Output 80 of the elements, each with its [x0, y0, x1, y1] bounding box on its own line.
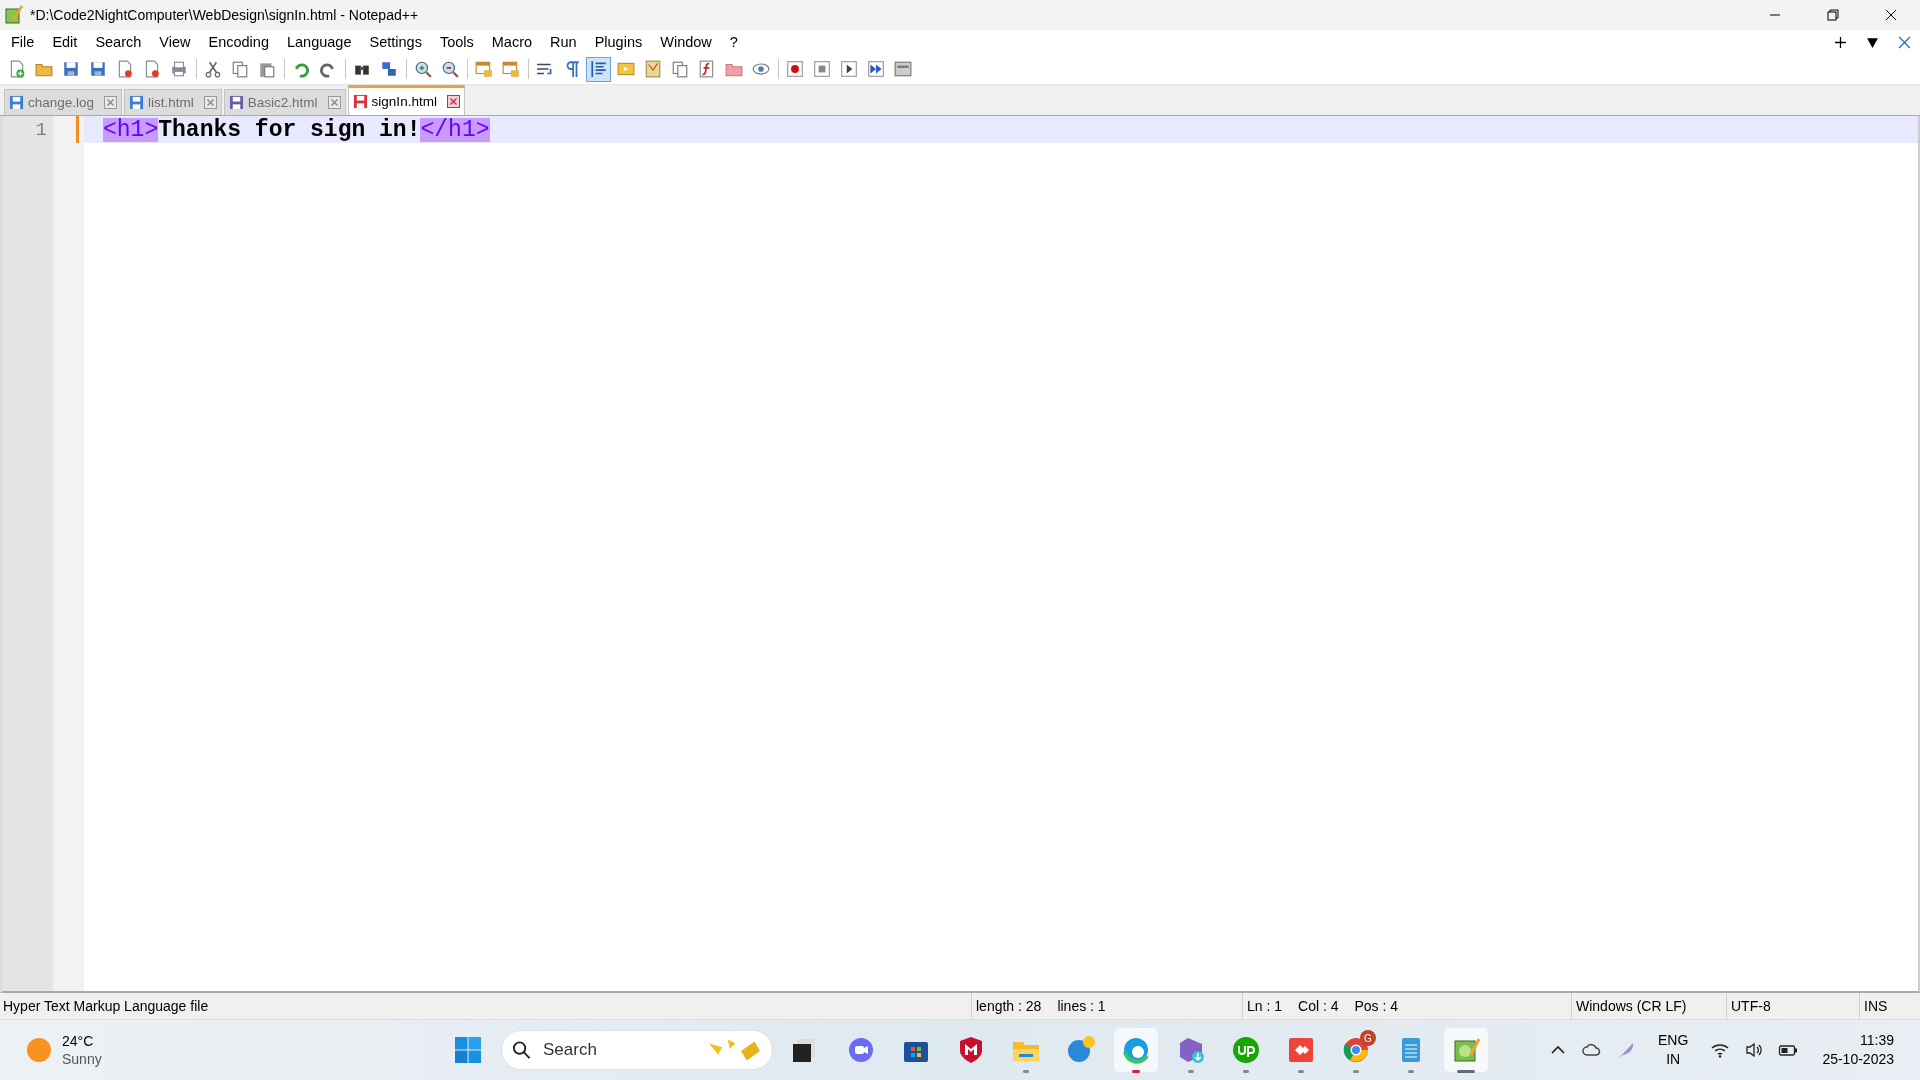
- search-bar[interactable]: Search: [501, 1030, 773, 1070]
- browser-icon: [1121, 1035, 1151, 1065]
- function-icon: [697, 60, 716, 78]
- file-tab[interactable]: Basic2.html: [223, 89, 346, 115]
- menu-item[interactable]: File: [2, 32, 44, 52]
- plus-icon: [1833, 35, 1847, 49]
- account-badge: G: [1360, 1030, 1376, 1046]
- copy-icon: [230, 60, 249, 78]
- documents-icon: [670, 60, 689, 78]
- menu-item[interactable]: Window: [651, 32, 721, 52]
- paste-icon: [257, 60, 276, 78]
- play-icon: [839, 60, 858, 78]
- eye-icon: [751, 60, 770, 78]
- temperature: 24°C: [62, 1032, 95, 1050]
- html-tag: </h1>: [420, 117, 490, 142]
- redo-icon: [318, 60, 337, 78]
- menu-item[interactable]: Edit: [43, 32, 87, 52]
- line-number: 1: [34, 117, 48, 143]
- restore-icon: [1827, 9, 1839, 21]
- language-indicator[interactable]: ENG IN: [1646, 1031, 1701, 1069]
- toolbar-button[interactable]: [586, 56, 611, 82]
- file-tab[interactable]: change.log: [4, 89, 123, 115]
- menu-item[interactable]: Tools: [430, 32, 483, 52]
- menu-item[interactable]: View: [150, 32, 200, 52]
- triangle-down-icon: [1865, 35, 1879, 49]
- close-icon[interactable]: [446, 95, 460, 108]
- clock[interactable]: 11:39 25-10-2023: [1808, 1030, 1900, 1070]
- cut-icon: [203, 60, 222, 78]
- menu-item[interactable]: Search: [86, 32, 151, 52]
- close-icon: [1885, 9, 1897, 21]
- record-icon: [785, 60, 804, 78]
- menu-item[interactable]: Language: [277, 32, 361, 52]
- column-position: Col : 4: [1298, 998, 1339, 1014]
- search-icon: [512, 1040, 531, 1060]
- window-icon: [893, 60, 912, 78]
- line-ending-label: Windows (CR LF): [1576, 998, 1687, 1014]
- line-position: Ln : 1: [1247, 998, 1283, 1014]
- replace-icon: [379, 60, 398, 78]
- browser-icon: [1341, 1035, 1371, 1065]
- weather-condition: Sunny: [62, 1050, 102, 1068]
- help-icon: [1066, 1035, 1096, 1065]
- chat-icon: [846, 1035, 876, 1065]
- menu-item[interactable]: Macro: [482, 32, 542, 52]
- close-icon[interactable]: [104, 96, 118, 109]
- menu-item[interactable]: ?: [720, 32, 747, 52]
- save-all-icon: [88, 60, 107, 78]
- menu-item[interactable]: Run: [541, 32, 586, 52]
- file-tab[interactable]: list.html: [124, 89, 222, 115]
- app-logo-icon: [4, 5, 24, 25]
- length-label: length : 28: [976, 998, 1042, 1014]
- close-icon: [1897, 35, 1911, 49]
- encoding-label: UTF-8: [1731, 998, 1771, 1014]
- indent-guide-icon: [589, 60, 608, 78]
- file-tab[interactable]: signIn.html: [347, 85, 465, 115]
- close-icon[interactable]: [203, 96, 217, 109]
- sun-icon: [26, 1037, 52, 1063]
- printer-icon: [169, 60, 188, 78]
- taskbar-app-button[interactable]: G: [1334, 1028, 1378, 1072]
- menu-item[interactable]: Settings: [360, 32, 431, 52]
- code-text: Thanks for sign in!: [158, 117, 421, 142]
- char-position: Pos : 4: [1354, 998, 1399, 1014]
- lines-label: lines : 1: [1057, 998, 1106, 1014]
- stop-icon: [812, 60, 831, 78]
- fast-forward-icon: [866, 60, 885, 78]
- window-lock-icon: [474, 60, 493, 78]
- insert-mode-label: INS: [1864, 998, 1888, 1014]
- menu-item[interactable]: Encoding: [199, 32, 278, 52]
- menu-item[interactable]: Plugins: [585, 32, 652, 52]
- window-title: *D:\Code2NightComputer\WebDesign\signIn.html - Notepad++: [30, 7, 420, 23]
- html-tag: <h1: [103, 117, 145, 142]
- file-type-label: Hyper Text Markup Language file: [3, 998, 209, 1014]
- zoom-in-icon: [413, 60, 432, 78]
- four-squares-icon: [453, 1035, 483, 1065]
- save-icon: [61, 60, 80, 78]
- close-icon[interactable]: [327, 96, 341, 109]
- search-field[interactable]: Search: [541, 1039, 695, 1061]
- html-tag: >: [144, 117, 159, 142]
- zoom-out-icon: [440, 60, 459, 78]
- window-lock-icon: [501, 60, 520, 78]
- change-marker: [76, 116, 79, 143]
